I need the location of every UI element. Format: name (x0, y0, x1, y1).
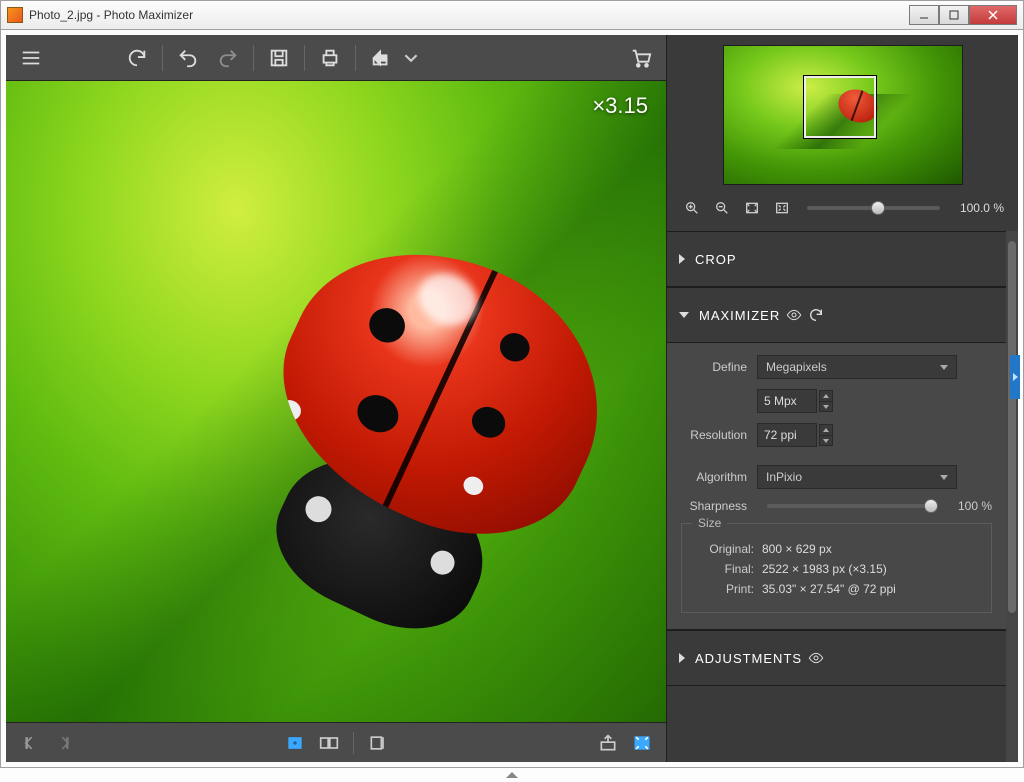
panel-maximizer-title: MAXIMIZER (699, 308, 780, 323)
chevron-right-icon (679, 254, 685, 264)
window-minimize-button[interactable] (909, 5, 939, 25)
zoom-in-icon[interactable] (681, 197, 703, 219)
save-button[interactable] (262, 41, 296, 75)
sharpness-slider-knob[interactable] (924, 499, 938, 513)
window-titlebar: Photo_2.jpg - Photo Maximizer (0, 0, 1024, 30)
window-maximize-button[interactable] (939, 5, 969, 25)
zoom-overlay-label: ×3.15 (592, 93, 648, 119)
mpx-spin-up[interactable] (819, 390, 833, 401)
redo-button[interactable] (211, 41, 245, 75)
chevron-down-icon (679, 312, 689, 318)
visibility-icon[interactable] (808, 650, 824, 666)
next-image-button[interactable] (50, 729, 78, 757)
sidebar-collapse-handle[interactable] (1010, 355, 1020, 399)
dial-min-label: min (903, 310, 922, 321)
navigator-thumbnail[interactable] (723, 45, 963, 185)
zoom-slider-knob[interactable] (871, 201, 885, 215)
sharpness-value: 100 % (948, 499, 992, 513)
fullscreen-button[interactable] (628, 729, 656, 757)
size-original-key: Original: (692, 542, 754, 556)
algorithm-value: InPixio (766, 470, 802, 484)
chevron-down-icon (940, 365, 948, 370)
app-icon (7, 7, 23, 23)
panel-reset-icon[interactable] (808, 307, 824, 323)
main-toolbar (6, 35, 666, 81)
panel-adjustments-title: ADJUSTMENTS (695, 651, 802, 666)
define-label: Define (681, 360, 757, 374)
panel-crop-title: CROP (695, 252, 737, 267)
chevron-right-icon (679, 653, 685, 663)
prev-image-button[interactable] (16, 729, 44, 757)
panel-adjustments-header[interactable]: ADJUSTMENTS (667, 630, 1006, 686)
resolution-input[interactable]: 72 ppi (757, 423, 817, 447)
sharpness-label: Sharpness (681, 499, 757, 513)
size-fieldset: Size Original:800 × 629 px Final:2522 × … (681, 523, 992, 613)
fit-screen-icon[interactable] (741, 197, 763, 219)
visibility-icon[interactable] (786, 307, 802, 323)
panel-maximizer-body: Define Megapixels 5 Mpx Resolution 72 pp… (667, 343, 1006, 630)
share-button[interactable] (364, 41, 398, 75)
cart-button[interactable] (624, 41, 658, 75)
size-print-key: Print: (692, 582, 754, 596)
megapixel-input[interactable]: 5 Mpx (757, 389, 817, 413)
res-spin-up[interactable] (819, 424, 833, 435)
undo-button[interactable] (171, 41, 205, 75)
zoom-out-icon[interactable] (711, 197, 733, 219)
res-spin-down[interactable] (819, 435, 833, 446)
mpx-spin-down[interactable] (819, 401, 833, 412)
window-close-button[interactable] (969, 5, 1017, 25)
window-title: Photo_2.jpg - Photo Maximizer (29, 8, 193, 22)
define-select[interactable]: Megapixels (757, 355, 957, 379)
dial-max-label: max (972, 310, 994, 321)
image-canvas[interactable]: ×3.15 (6, 81, 666, 722)
export-button[interactable] (594, 729, 622, 757)
zoom-percent-label: 100.0 % (954, 201, 1004, 215)
size-print-value: 35.03" × 27.54" @ 72 ppi (762, 582, 896, 596)
size-legend: Size (692, 516, 727, 530)
panel-scrollbar[interactable] (1006, 231, 1018, 762)
sharpness-slider[interactable] (767, 504, 938, 508)
size-final-value: 2522 × 1983 px (×3.15) (762, 562, 887, 576)
bottom-tray-handle[interactable] (0, 768, 1024, 782)
algorithm-select[interactable]: InPixio (757, 465, 957, 489)
share-dropdown-icon[interactable] (404, 41, 418, 75)
right-sidebar: 100.0 % CROP min max MAXIMIZER (666, 35, 1018, 762)
chevron-up-icon (506, 772, 518, 778)
resolution-label: Resolution (681, 428, 757, 442)
panel-maximizer-header[interactable]: min max MAXIMIZER (667, 287, 1006, 343)
print-button[interactable] (313, 41, 347, 75)
define-value: Megapixels (766, 360, 827, 374)
view-single-button[interactable] (281, 729, 309, 757)
actual-size-icon[interactable] (771, 197, 793, 219)
chevron-down-icon (940, 475, 948, 480)
zoom-slider[interactable] (807, 206, 940, 210)
revert-button[interactable] (120, 41, 154, 75)
size-final-key: Final: (692, 562, 754, 576)
panel-crop-header[interactable]: CROP (667, 231, 1006, 287)
navigator-viewport-box[interactable] (804, 76, 876, 138)
scrollbar-thumb[interactable] (1008, 241, 1016, 613)
view-film-button[interactable] (364, 729, 392, 757)
view-compare-button[interactable] (315, 729, 343, 757)
menu-button[interactable] (14, 41, 48, 75)
size-original-value: 800 × 629 px (762, 542, 832, 556)
view-footer-bar (6, 722, 666, 762)
algorithm-label: Algorithm (681, 470, 757, 484)
